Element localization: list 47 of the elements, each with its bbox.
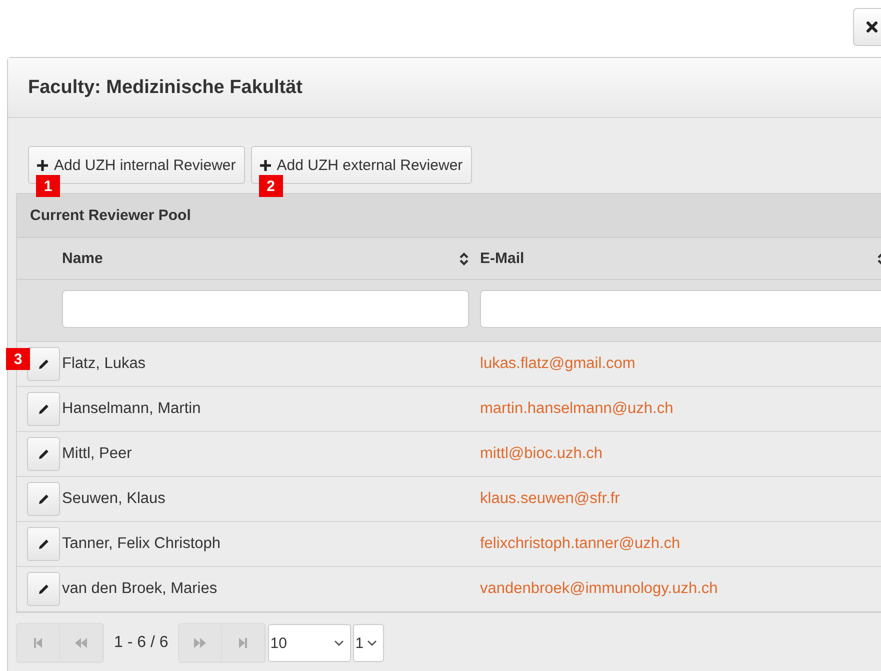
number-marker: 3 <box>6 348 30 370</box>
page-range: 1 - 6 / 6 <box>113 634 170 652</box>
pencil-icon <box>38 403 50 415</box>
email-link[interactable]: klaus.seuwen@sfr.fr <box>480 490 620 507</box>
filter-field[interactable] <box>62 290 469 328</box>
name-cell: Flatz, Lukas <box>62 355 146 372</box>
pencil-icon <box>38 493 50 505</box>
sort-icon[interactable] <box>459 252 469 266</box>
name-cell: van den Broek, Maries <box>62 580 218 597</box>
column-header: E-Mail <box>480 250 524 267</box>
name-cell: Seuwen, Klaus <box>62 490 166 507</box>
section-title: Current Reviewer Pool <box>30 207 191 224</box>
number-marker: 1 <box>36 175 60 197</box>
chevron-icon <box>367 640 378 646</box>
email-link[interactable]: lukas.flatz@gmail.com <box>480 355 636 372</box>
close-icon <box>866 21 878 33</box>
plus-icon <box>260 160 271 170</box>
rewind-icon <box>74 638 88 648</box>
pencil-icon <box>38 358 50 370</box>
edit-button[interactable] <box>27 347 60 381</box>
plus-icon <box>37 160 48 170</box>
name-cell: Tanner, Felix Christoph <box>62 535 221 552</box>
first-page-icon <box>33 638 43 648</box>
edit-button[interactable] <box>27 437 60 471</box>
pencil-icon <box>38 538 50 550</box>
fast-forward-icon <box>193 638 208 648</box>
number-marker: 2 <box>258 175 283 197</box>
chevron-icon <box>334 640 344 646</box>
last-page-icon <box>238 638 248 648</box>
column-header: Name <box>62 250 103 267</box>
edit-button[interactable] <box>27 527 60 561</box>
email-link[interactable]: felixchristoph.tanner@uzh.ch <box>480 535 680 552</box>
pencil-icon <box>38 583 50 595</box>
filter-field[interactable] <box>480 290 881 328</box>
email-link[interactable]: martin.hanselmann@uzh.ch <box>480 400 674 417</box>
name-cell: Hanselmann, Martin <box>62 400 201 417</box>
pencil-icon <box>38 448 50 460</box>
email-link[interactable]: vandenbroek@immunology.uzh.ch <box>480 580 718 597</box>
email-link[interactable]: mittl@bioc.uzh.ch <box>480 445 603 462</box>
dialog-title: Faculty: Medizinische Fakultät <box>28 76 302 98</box>
page-size-select[interactable]: 10 <box>268 624 352 662</box>
edit-button[interactable] <box>27 572 60 606</box>
name-cell: Mittl, Peer <box>62 445 132 462</box>
edit-button[interactable] <box>27 392 60 426</box>
close-button[interactable] <box>853 8 881 46</box>
page-select[interactable]: 1 <box>353 624 384 662</box>
edit-button[interactable] <box>27 482 60 516</box>
